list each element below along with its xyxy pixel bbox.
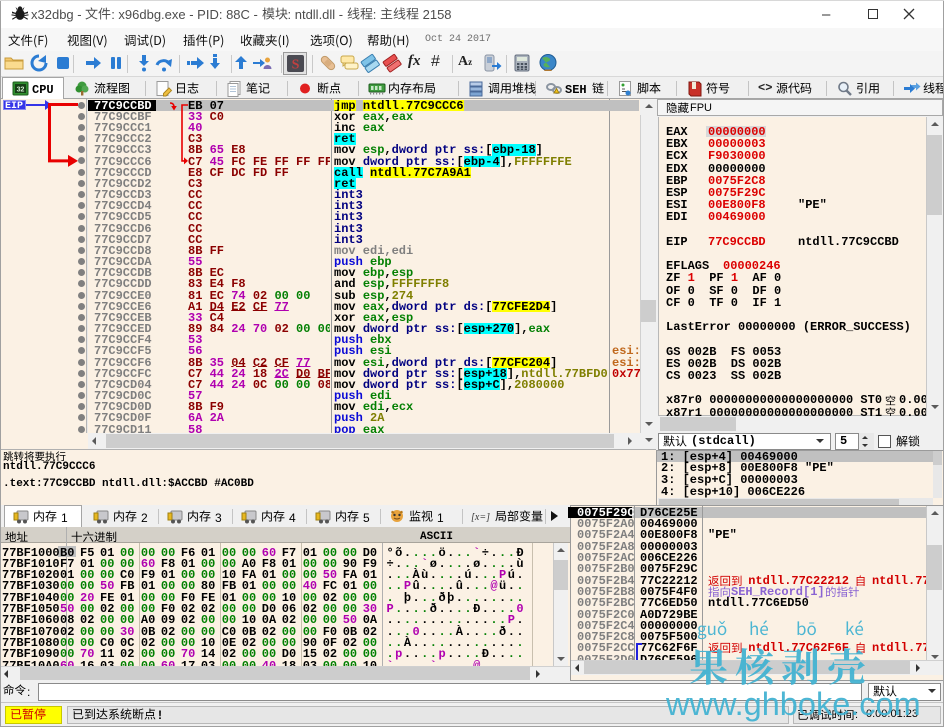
svg-text:32: 32 <box>17 87 25 94</box>
svg-text:S: S <box>292 58 300 73</box>
